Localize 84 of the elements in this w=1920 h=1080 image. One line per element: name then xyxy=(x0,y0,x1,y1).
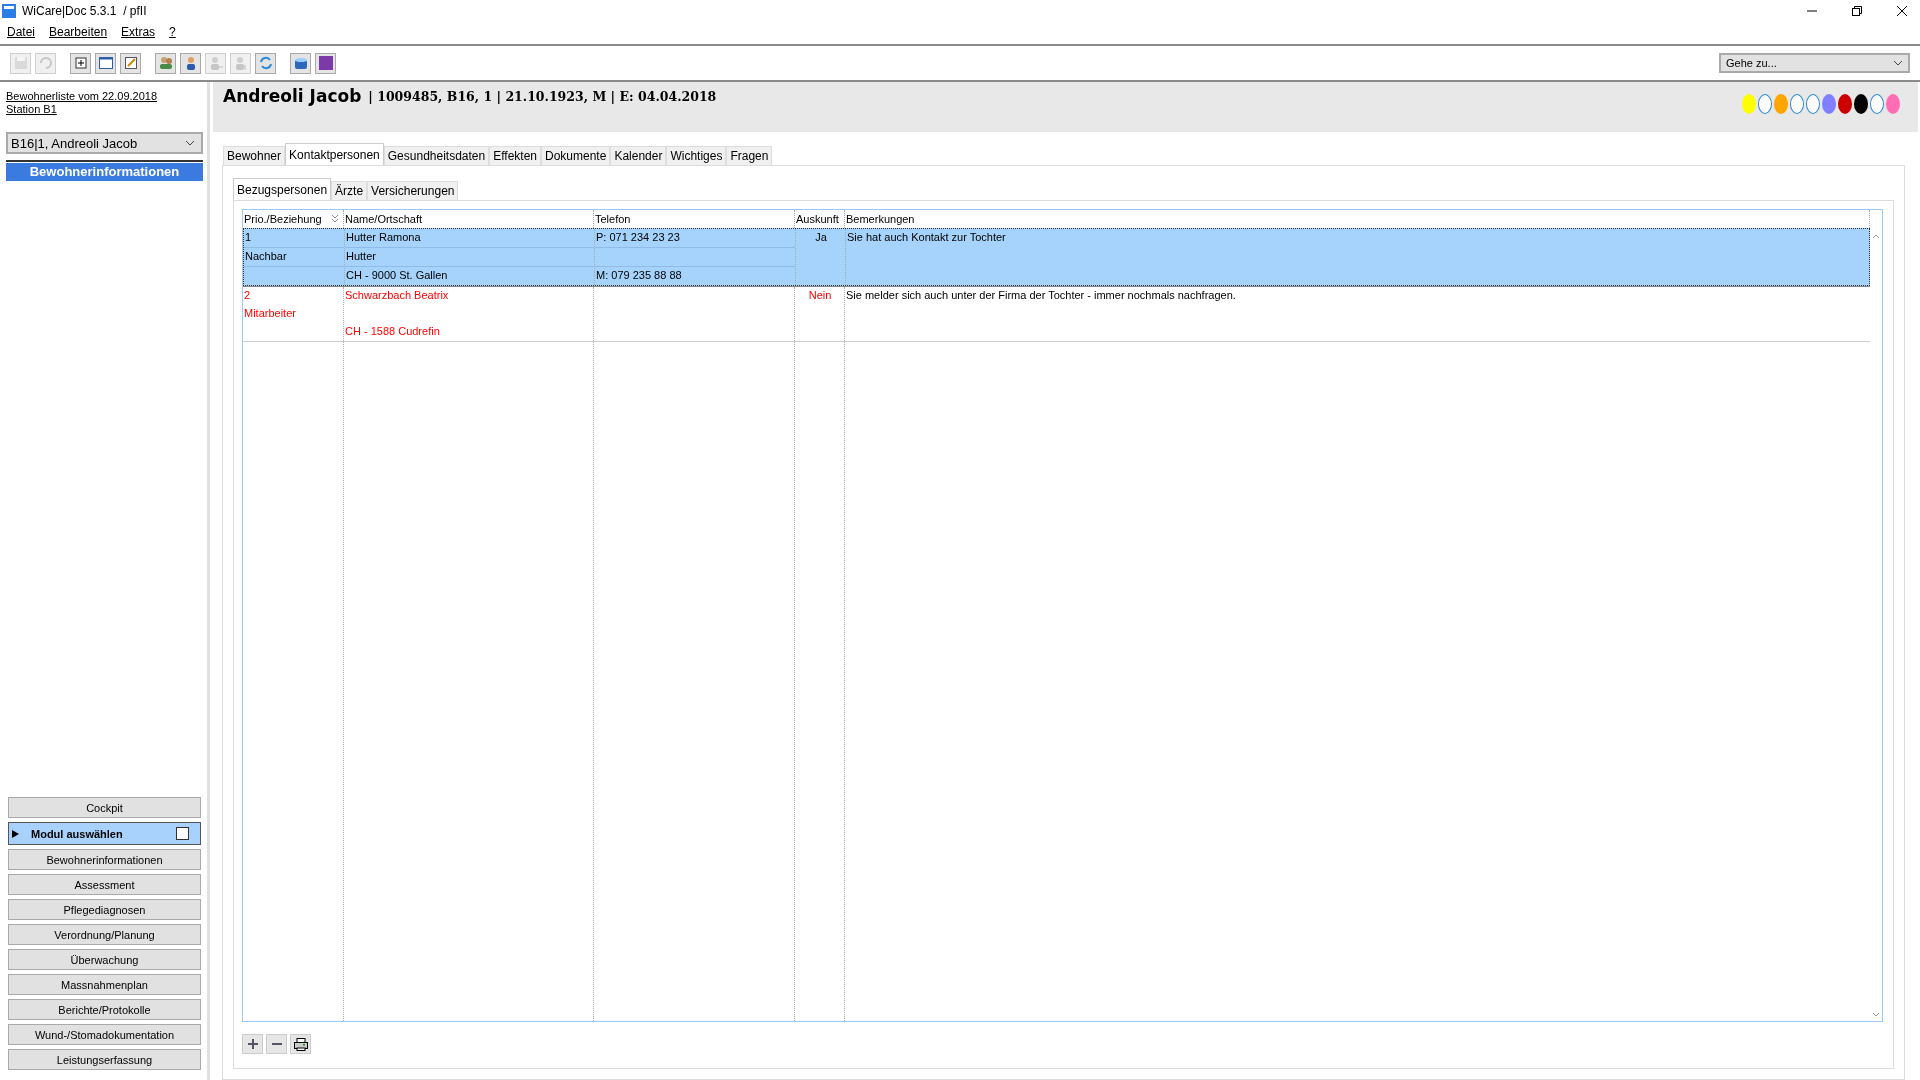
tab[interactable]: Gesundheitsdaten xyxy=(383,146,490,165)
tab[interactable]: Versicherungen xyxy=(367,181,459,200)
chevron-down-icon xyxy=(185,140,195,146)
scroll-up-icon[interactable] xyxy=(1872,234,1880,239)
table-cell: Ja xyxy=(815,231,827,243)
toolbar-button[interactable] xyxy=(180,52,201,74)
save-icon xyxy=(12,55,29,71)
resident-details: | 1009485, B16, 1 | 21.10.1923, M | E: 04.04.2018 xyxy=(368,88,717,104)
module-button[interactable]: Berichte/Protokolle xyxy=(8,999,201,1020)
edit-icon xyxy=(122,55,139,71)
table-cell: Mitarbeiter xyxy=(244,307,296,319)
module-button[interactable]: Leistungserfassung xyxy=(8,1049,201,1070)
toolbar-button[interactable] xyxy=(290,52,311,74)
add-button[interactable] xyxy=(242,1034,263,1054)
table-row[interactable]: 2 Mitarbeiter Schwarzbach Beatrix CH - 1588 Cudrefin Nein Sie melder sich auch unter der Firma der Tochter - immer nochmals nachfragen. xyxy=(243,286,1870,342)
module-selector[interactable]: Modul auswählen xyxy=(8,822,201,845)
table-cell: M: 079 235 88 88 xyxy=(596,269,682,281)
tab[interactable]: Bewohner xyxy=(223,146,286,165)
printer-icon xyxy=(293,1037,308,1051)
menu-item[interactable]: Bearbeiten xyxy=(49,25,108,39)
tab[interactable]: Dokumente xyxy=(541,146,611,165)
module-button[interactable]: Bewohnerinformationen xyxy=(8,849,201,870)
table-cell: Nein xyxy=(808,289,832,301)
table-cell: CH - 9000 St. Gallen xyxy=(346,269,448,281)
toolbar-button[interactable] xyxy=(95,52,116,74)
toolbar-button[interactable] xyxy=(70,52,91,74)
close-icon[interactable] xyxy=(1896,5,1908,17)
table-cell: P: 071 234 23 23 xyxy=(596,231,680,243)
module-button[interactable]: Assessment xyxy=(8,874,201,895)
people-icon xyxy=(157,55,174,71)
module-button[interactable]: Pflegediagnosen xyxy=(8,899,201,920)
tab[interactable]: Kontaktpersonen xyxy=(285,143,384,165)
module-button[interactable]: Überwachung xyxy=(8,949,201,970)
table-row[interactable]: 1 Nachbar Hutter Ramona Hutter CH - 9000 St. Gallen P: 071 234 23 23 M: 079 235 88 88 Ja Sie hat auch Kontakt zur Tochter xyxy=(243,228,1870,286)
table-cell: Schwarzbach Beatrix xyxy=(345,289,449,301)
undo-icon xyxy=(37,55,54,71)
section-title: Bewohnerinformationen xyxy=(6,160,203,181)
table-cell: 1 xyxy=(245,231,252,243)
print-button[interactable] xyxy=(290,1034,311,1054)
checkbox[interactable] xyxy=(176,827,189,840)
table-cell: 2 xyxy=(244,289,251,301)
module-button[interactable]: Massnahmenplan xyxy=(8,974,201,995)
menu-item[interactable]: Datei xyxy=(7,25,35,39)
pointer-icon xyxy=(12,829,19,838)
restore-icon[interactable] xyxy=(1851,5,1863,17)
square-icon xyxy=(317,55,334,71)
menu-item[interactable]: Extras xyxy=(121,25,156,39)
scroll-down-icon[interactable] xyxy=(1872,1012,1880,1017)
sort-icon[interactable] xyxy=(331,214,339,224)
toolbar-button[interactable] xyxy=(255,52,276,74)
toolbar-button[interactable] xyxy=(120,52,141,74)
tab[interactable]: Fragen xyxy=(726,146,773,165)
refresh-icon xyxy=(257,55,274,71)
menu-item[interactable]: ? xyxy=(169,25,176,39)
table-cell: Sie hat auch Kontakt zur Tochter xyxy=(847,231,1006,243)
chevron-down-icon xyxy=(1893,60,1903,66)
table-cell: CH - 1588 Cudrefin xyxy=(345,325,440,337)
remove-button[interactable] xyxy=(266,1034,287,1054)
module-button[interactable]: Verordnung/Planung xyxy=(8,924,201,945)
plus-icon xyxy=(72,55,89,71)
table-cell: Sie melder sich auch unter der Firma der Tochter - immer nochmals nachfragen. xyxy=(846,289,1236,301)
box-icon xyxy=(292,55,309,71)
table-cell: Hutter Ramona xyxy=(346,231,421,243)
tab[interactable]: Kalender xyxy=(610,146,667,165)
module-label: Modul auswählen xyxy=(31,827,124,840)
module-button[interactable]: Cockpit xyxy=(8,797,201,818)
table-cell: Nachbar xyxy=(245,250,287,262)
station-link[interactable]: Station B1 xyxy=(6,103,57,116)
tab[interactable]: Wichtiges xyxy=(666,146,727,165)
tab[interactable]: Effekten xyxy=(489,146,541,165)
tab[interactable]: Ärzte xyxy=(331,181,368,200)
resident-dropdown[interactable]: B16|1, Andreoli Jacob xyxy=(6,132,203,154)
module-button[interactable]: Wund-/Stomadokumentation xyxy=(8,1024,201,1045)
toolbar-button[interactable] xyxy=(155,52,176,74)
goto-dropdown[interactable]: Gehe zu... xyxy=(1719,53,1910,73)
window-title: WiCare|Doc 5.3.1 / pfII xyxy=(22,4,147,18)
tab[interactable]: Bezugspersonen xyxy=(233,178,332,200)
plus-icon xyxy=(247,1039,258,1049)
app-logo-icon xyxy=(2,4,16,18)
resident-name: Andreoli Jacob xyxy=(223,86,362,106)
table-cell: Hutter xyxy=(346,250,376,262)
window-icon xyxy=(97,55,114,71)
resident-list-link[interactable]: Bewohnerliste vom 22.09.2018 xyxy=(6,90,158,103)
toolbar-button[interactable] xyxy=(315,52,336,74)
